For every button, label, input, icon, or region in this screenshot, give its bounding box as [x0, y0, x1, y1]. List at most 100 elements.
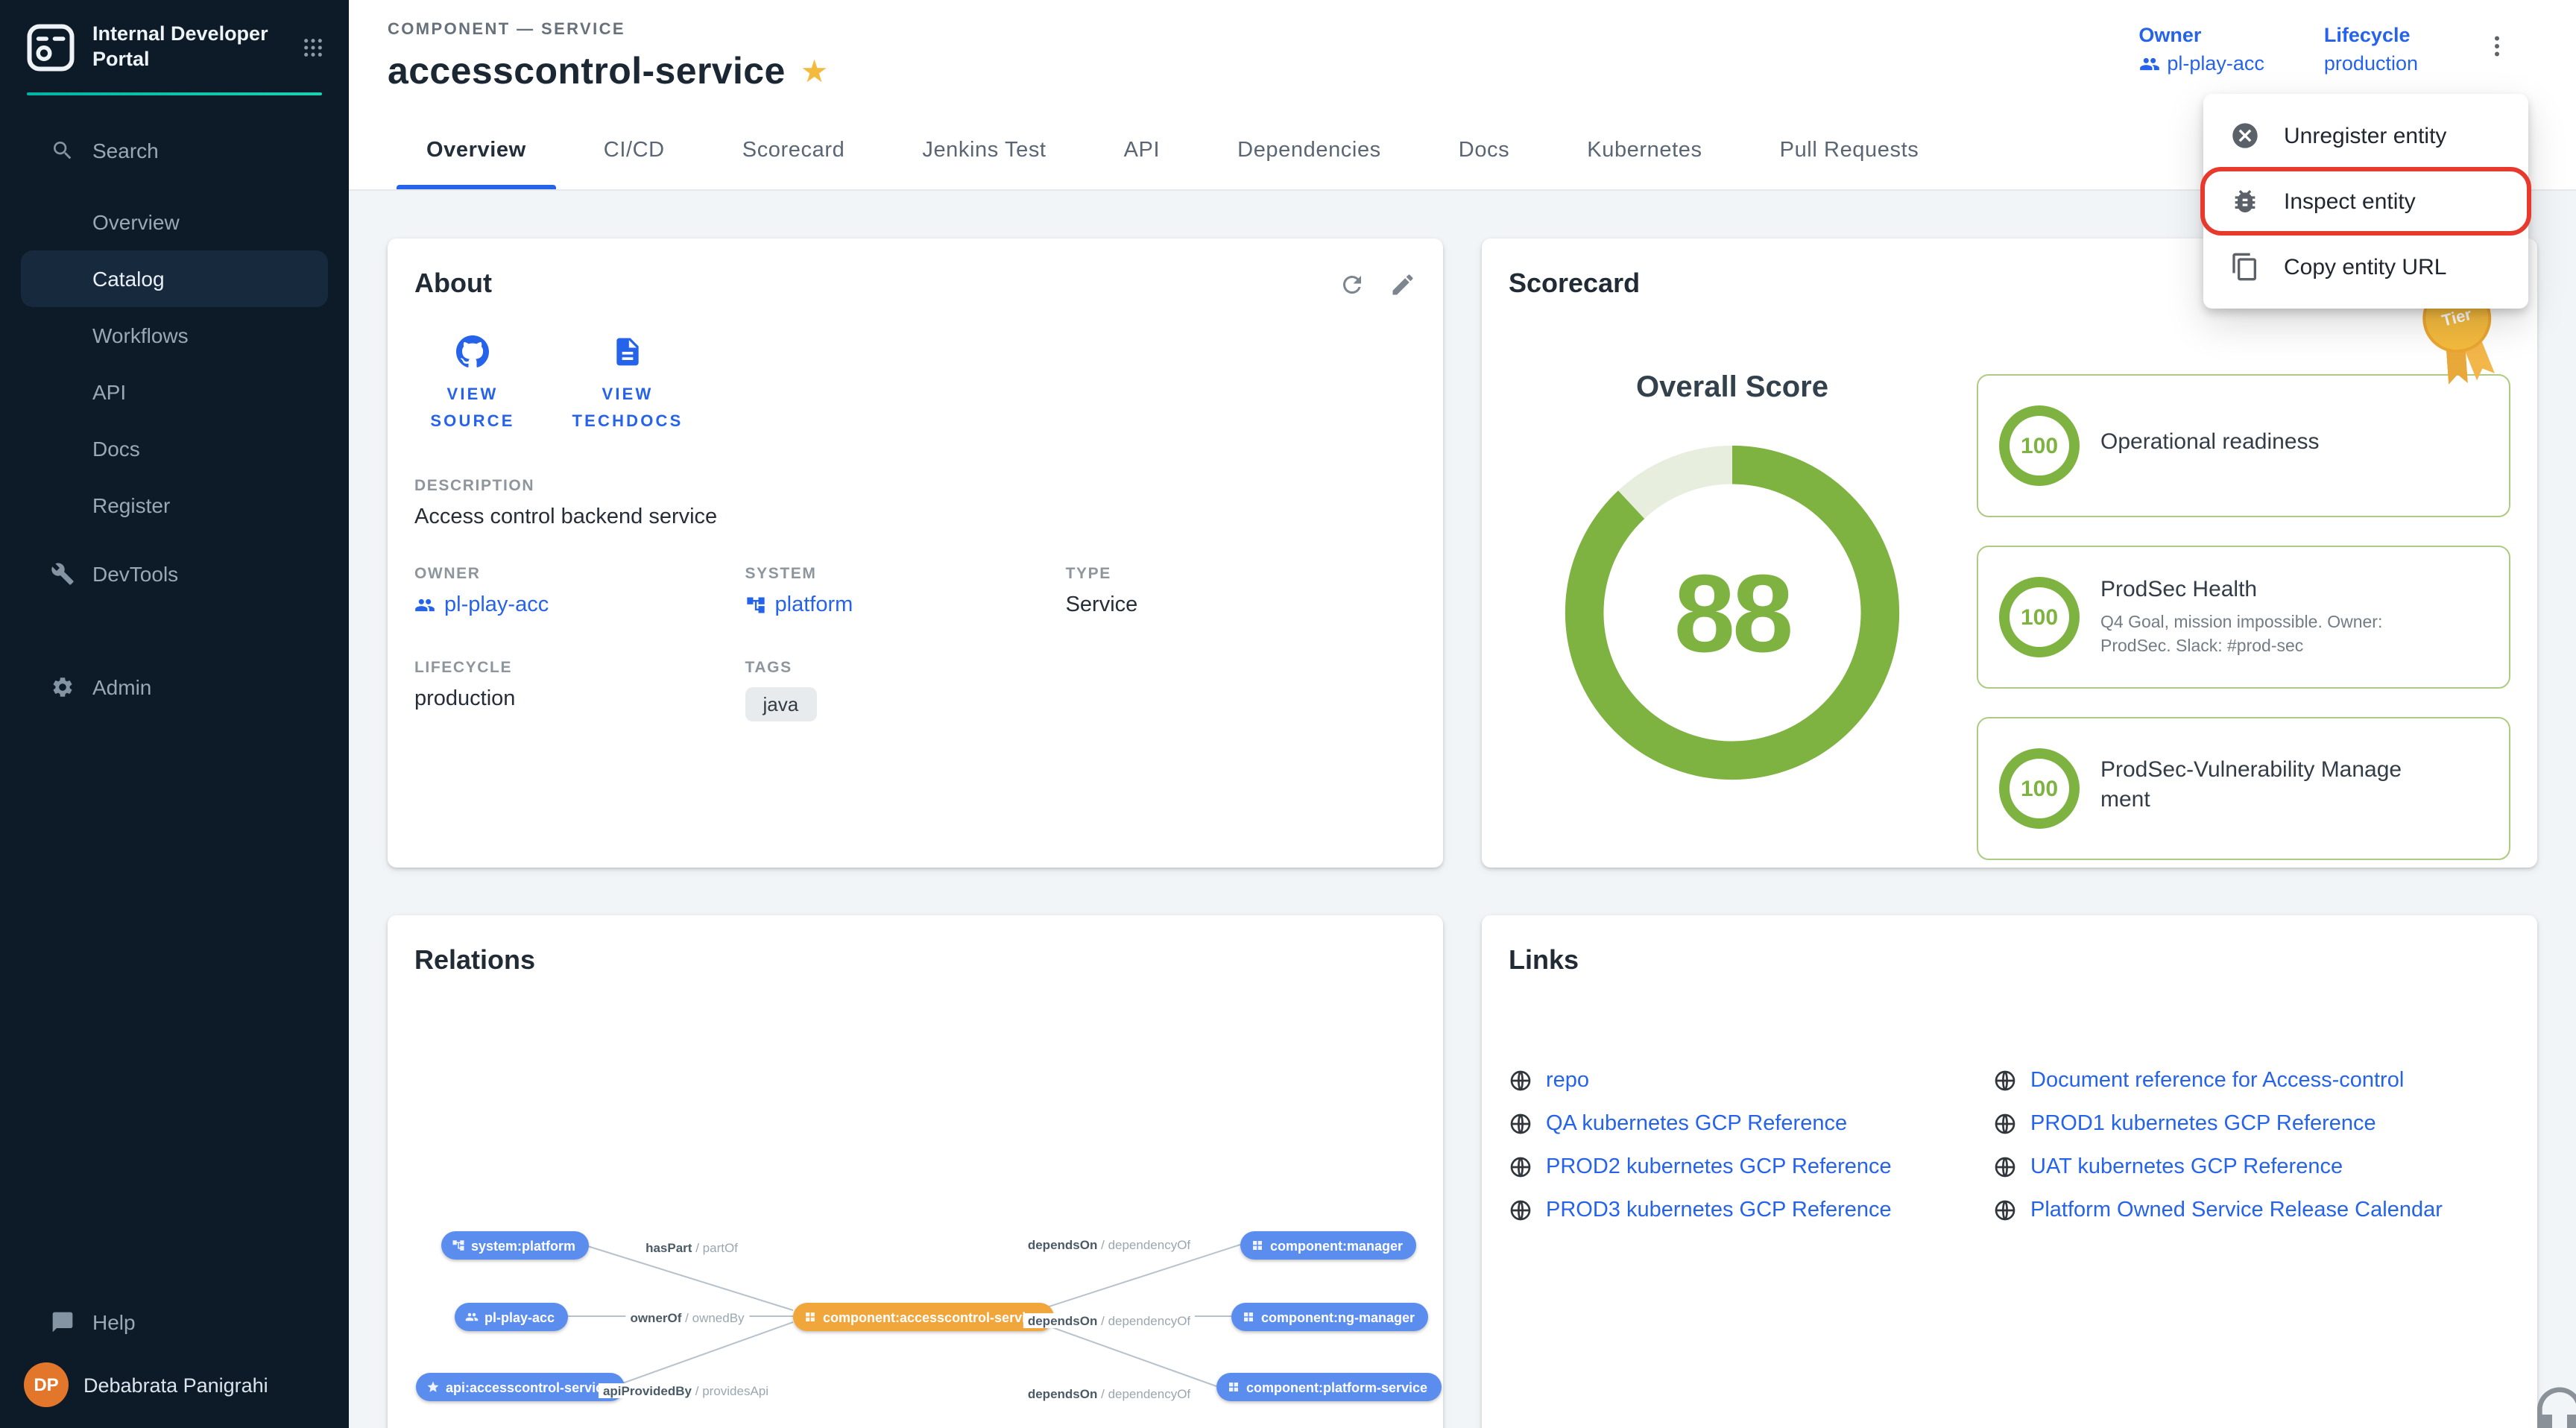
- relations-graph: system:platform pl-play-acc api:accessco…: [388, 988, 1443, 1428]
- sidebar-item-api[interactable]: API: [21, 364, 328, 420]
- globe-icon: [1509, 1068, 1532, 1092]
- check-prodsec-health[interactable]: 100 ProdSec Health Q4 Goal, mission impo…: [1977, 546, 2510, 689]
- relation-node-center[interactable]: component:accesscontrol-service: [793, 1303, 1054, 1331]
- sidebar-item-overview[interactable]: Overview: [21, 194, 328, 250]
- edge-label: hasPart / partOf: [641, 1240, 742, 1255]
- tab-docs[interactable]: Docs: [1420, 112, 1549, 189]
- group-icon: [414, 595, 435, 616]
- link-uat-kubernetes[interactable]: UAT kubernetes GCP Reference: [1993, 1152, 2510, 1181]
- sidebar-item-help[interactable]: Help: [0, 1294, 349, 1350]
- tab-scorecard[interactable]: Scorecard: [704, 112, 884, 189]
- app-root: Internal Developer Portal Search Overvie…: [0, 0, 2576, 1428]
- edge-label: apiProvidedBy / providesApi: [599, 1383, 773, 1398]
- check-score-ring: 100: [1999, 748, 2080, 829]
- relation-node-system[interactable]: system:platform: [441, 1231, 589, 1260]
- links-column-2: Document reference for Access-control PR…: [1993, 1066, 2510, 1224]
- menu-item-copy-entity-url[interactable]: Copy entity URL: [2203, 234, 2528, 300]
- check-score-ring: 100: [1999, 577, 2080, 657]
- tab-jenkins-test[interactable]: Jenkins Test: [883, 112, 1085, 189]
- link-repo[interactable]: repo: [1509, 1066, 1993, 1094]
- link-release-calendar[interactable]: Platform Owned Service Release Calendar: [1993, 1195, 2510, 1224]
- globe-icon: [1993, 1198, 2017, 1222]
- tab-dependencies[interactable]: Dependencies: [1199, 112, 1420, 189]
- link-prod3-kubernetes[interactable]: PROD3 kubernetes GCP Reference: [1509, 1195, 1993, 1224]
- sidebar-item-catalog[interactable]: Catalog: [21, 250, 328, 307]
- link-doc-reference[interactable]: Document reference for Access-control: [1993, 1066, 2510, 1094]
- relation-node-platform-service[interactable]: component:platform-service: [1216, 1373, 1441, 1401]
- sidebar-item-register[interactable]: Register: [21, 477, 328, 534]
- relations-card: Relations: [388, 915, 1443, 1428]
- view-source-link[interactable]: VIEW SOURCE: [414, 335, 531, 436]
- search-icon: [51, 139, 75, 162]
- sidebar-item-devtools[interactable]: DevTools: [0, 546, 349, 602]
- relation-node-api[interactable]: api:accesscontrol-service: [416, 1373, 624, 1401]
- check-prodsec-vulnerability[interactable]: 100 ProdSec-Vulnerability Management: [1977, 717, 2510, 860]
- bug-icon: [2230, 186, 2260, 216]
- owner-label: Owner: [2138, 24, 2264, 46]
- relation-node-manager[interactable]: component:manager: [1240, 1231, 1416, 1260]
- sidebar-item-workflows[interactable]: Workflows: [21, 307, 328, 364]
- tab-cicd[interactable]: CI/CD: [565, 112, 704, 189]
- sidebar-accent-divider: [27, 92, 322, 95]
- system-tree-icon: [452, 1239, 465, 1252]
- tag-chip[interactable]: java: [745, 688, 817, 722]
- content-area: About VIEW SOURCE VIEW TE: [349, 191, 2576, 1428]
- scorecard-title: Scorecard: [1509, 268, 1640, 300]
- links-title: Links: [1509, 945, 1579, 976]
- links-card: Links repo QA kubernetes GCP Reference: [1482, 915, 2537, 1428]
- sidebar-footer: Help DP Debabrata Panigrahi: [0, 1294, 349, 1428]
- apps-grid-icon[interactable]: [298, 33, 328, 63]
- app-title: Internal Developer Portal: [92, 22, 283, 73]
- tab-kubernetes[interactable]: Kubernetes: [1548, 112, 1740, 189]
- entity-meta: Owner pl-play-acc Lifecycle production: [2138, 24, 2510, 75]
- sidebar-item-docs[interactable]: Docs: [21, 420, 328, 477]
- overall-score-value: 88: [1555, 435, 1910, 790]
- overall-score-block: Overall Score 88: [1509, 338, 1956, 860]
- entity-context-menu: Unregister entity Inspect entity Copy en…: [2203, 94, 2528, 309]
- cancel-icon: [2230, 121, 2260, 151]
- support-headset-icon[interactable]: [2530, 1385, 2576, 1428]
- page-title: accesscontrol-service: [388, 50, 786, 93]
- menu-item-inspect-entity[interactable]: Inspect entity: [2203, 168, 2528, 234]
- link-prod2-kubernetes[interactable]: PROD2 kubernetes GCP Reference: [1509, 1152, 1993, 1181]
- copy-icon: [2230, 252, 2260, 282]
- relation-node-owner[interactable]: pl-play-acc: [455, 1303, 568, 1331]
- edit-icon[interactable]: [1389, 271, 1416, 297]
- tags-field: TAGS java: [745, 660, 1066, 722]
- component-icon: [804, 1310, 817, 1324]
- link-prod1-kubernetes[interactable]: PROD1 kubernetes GCP Reference: [1993, 1109, 2510, 1137]
- owner-link[interactable]: pl-play-acc: [2138, 52, 2264, 75]
- type-field: TYPE Service: [1066, 566, 1416, 618]
- more-menu-icon[interactable]: [2484, 33, 2510, 60]
- owner-value-link[interactable]: pl-play-acc: [414, 594, 745, 618]
- user-profile[interactable]: DP Debabrata Panigrahi: [0, 1350, 349, 1407]
- lifecycle-value: production: [2324, 52, 2418, 75]
- lifecycle-label: Lifecycle: [2324, 24, 2418, 46]
- globe-icon: [1993, 1154, 2017, 1178]
- component-icon: [1251, 1239, 1264, 1252]
- link-qa-kubernetes[interactable]: QA kubernetes GCP Reference: [1509, 1109, 1993, 1137]
- about-title: About: [414, 268, 492, 300]
- sidebar: Internal Developer Portal Search Overvie…: [0, 0, 349, 1428]
- tab-pull-requests[interactable]: Pull Requests: [1741, 112, 1958, 189]
- favorite-star-icon[interactable]: ★: [801, 56, 829, 87]
- sidebar-search[interactable]: Search: [0, 122, 349, 179]
- system-value-link[interactable]: platform: [745, 594, 1066, 618]
- tab-overview[interactable]: Overview: [388, 112, 565, 189]
- check-operational-readiness[interactable]: 100 Operational readiness: [1977, 374, 2510, 517]
- group-icon: [465, 1310, 479, 1324]
- view-techdocs-link[interactable]: VIEW TECHDOCS: [569, 335, 686, 436]
- relation-node-ng-manager[interactable]: component:ng-manager: [1231, 1303, 1428, 1331]
- scorecard-card: Scorecard Tier Overall Score: [1482, 238, 2537, 868]
- links-column-1: repo QA kubernetes GCP Reference PROD2 k…: [1509, 1066, 1993, 1224]
- tab-api[interactable]: API: [1085, 112, 1199, 189]
- refresh-icon[interactable]: [1339, 271, 1366, 297]
- menu-item-unregister-entity[interactable]: Unregister entity: [2203, 103, 2528, 168]
- system-tree-icon: [745, 595, 766, 616]
- edge-label: dependsOn / dependencyOf: [1023, 1237, 1195, 1252]
- sidebar-item-admin[interactable]: Admin: [0, 659, 349, 715]
- portal-logo-icon: [24, 21, 78, 75]
- globe-icon: [1993, 1111, 2017, 1135]
- globe-icon: [1509, 1198, 1532, 1222]
- check-score-ring: 100: [1999, 405, 2080, 486]
